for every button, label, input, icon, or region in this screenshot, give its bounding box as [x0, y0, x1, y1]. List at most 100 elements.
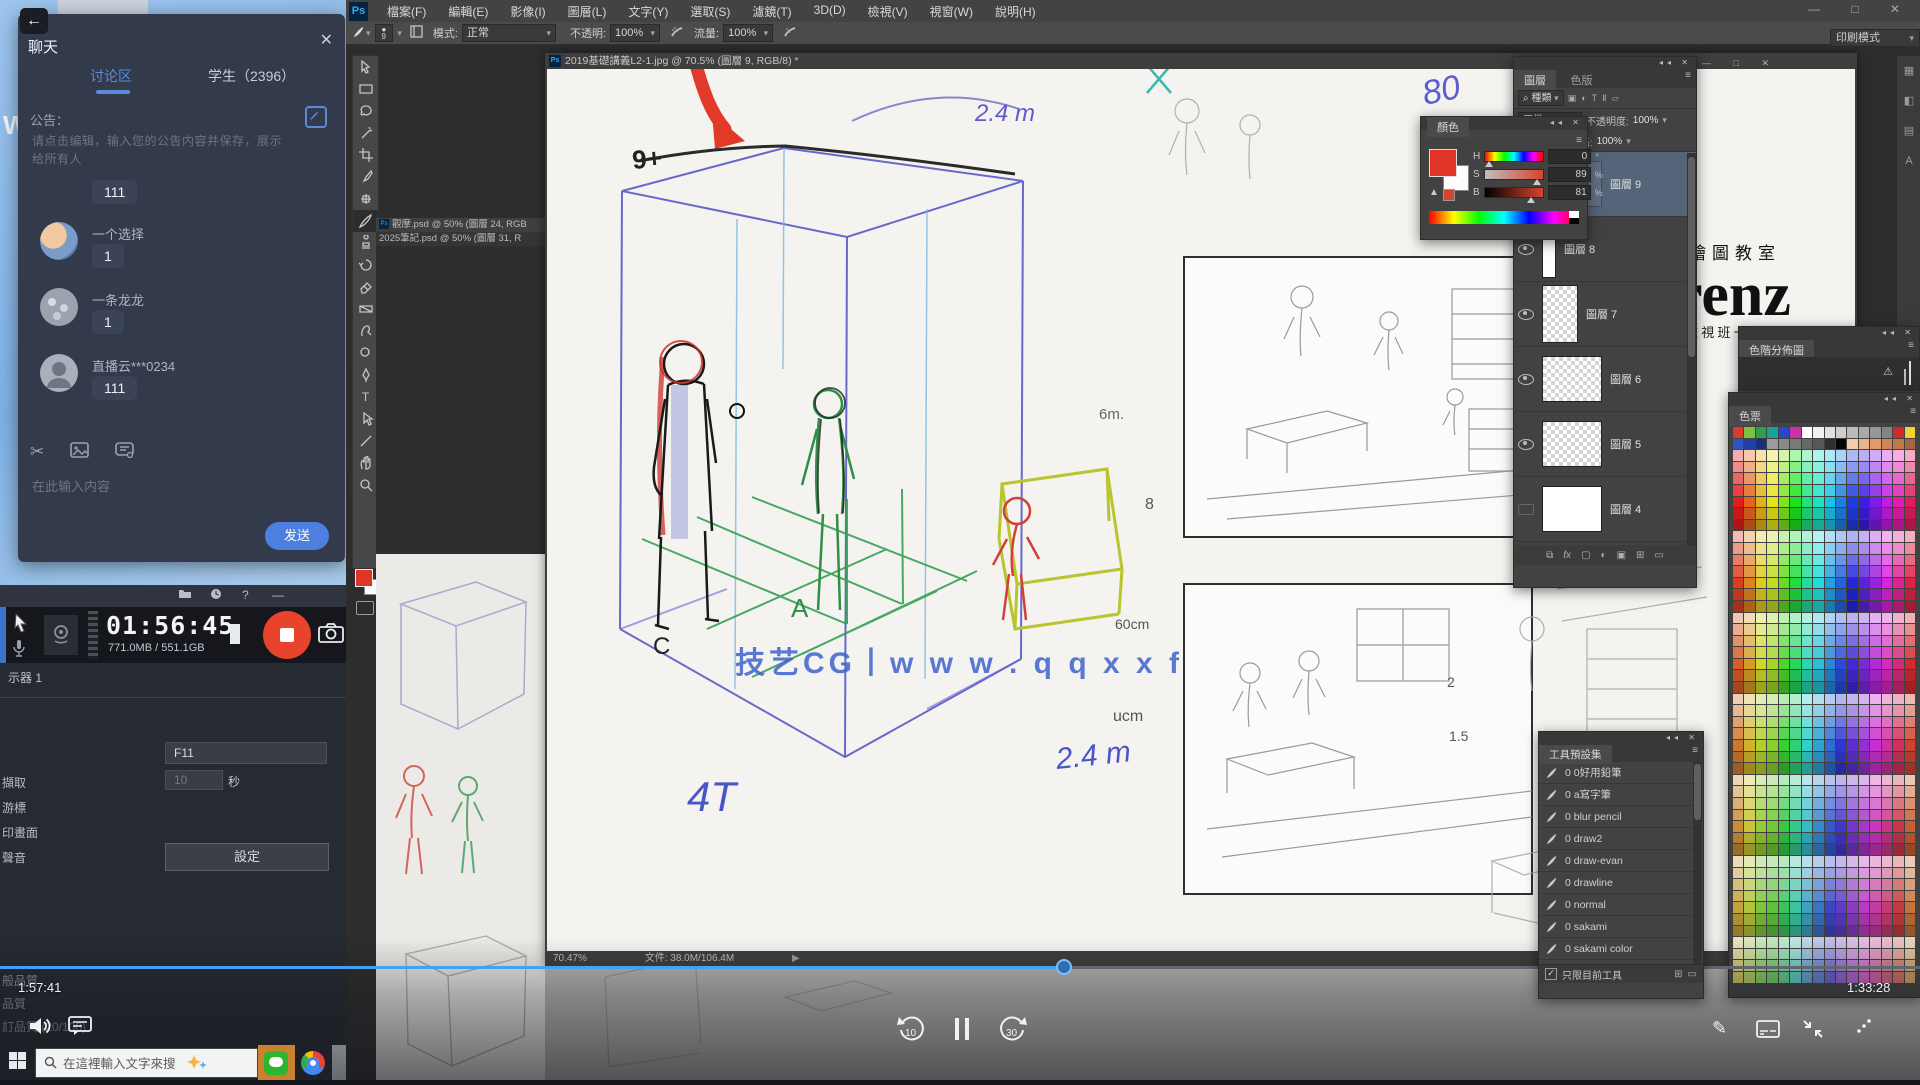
tab-swatches[interactable]: 色票	[1729, 406, 1771, 426]
close-icon[interactable]: ✕	[1906, 394, 1917, 403]
swatch[interactable]	[1790, 844, 1800, 855]
swatch[interactable]	[1733, 717, 1743, 728]
menu-3D[interactable]: 3D(D)	[803, 3, 857, 20]
swatch[interactable]	[1847, 926, 1857, 937]
swatch[interactable]	[1825, 728, 1835, 739]
volume-icon[interactable]	[28, 1015, 52, 1042]
swatch[interactable]	[1744, 543, 1754, 554]
swatch[interactable]	[1859, 717, 1869, 728]
swatch[interactable]	[1802, 427, 1812, 438]
edit-announcement-icon[interactable]	[305, 106, 327, 128]
swatch[interactable]	[1893, 497, 1903, 508]
swatch[interactable]	[1779, 636, 1789, 647]
swatch[interactable]	[1836, 520, 1846, 531]
swatch[interactable]	[1870, 926, 1880, 937]
swatch[interactable]	[1767, 636, 1777, 647]
dock-icon[interactable]: A	[1897, 146, 1920, 176]
swatch[interactable]	[1767, 798, 1777, 809]
swatch[interactable]	[1802, 555, 1812, 566]
swatch[interactable]	[1779, 868, 1789, 879]
swatch[interactable]	[1905, 914, 1915, 925]
swatch[interactable]	[1825, 473, 1835, 484]
swatch[interactable]	[1756, 555, 1766, 566]
swatch[interactable]	[1779, 717, 1789, 728]
swatch[interactable]	[1870, 497, 1880, 508]
swatch[interactable]	[1905, 786, 1915, 797]
swatch[interactable]	[1825, 427, 1835, 438]
swatch[interactable]	[1825, 647, 1835, 658]
swatch[interactable]	[1825, 798, 1835, 809]
swatch[interactable]	[1825, 705, 1835, 716]
swatch[interactable]	[1825, 497, 1835, 508]
swatch[interactable]	[1790, 856, 1800, 867]
swatch[interactable]	[1779, 670, 1789, 681]
swatch[interactable]	[1756, 902, 1766, 913]
swatch[interactable]	[1847, 589, 1857, 600]
swatch[interactable]	[1882, 578, 1892, 589]
swatch[interactable]	[1847, 694, 1857, 705]
swatch[interactable]	[1756, 636, 1766, 647]
swatch[interactable]	[1893, 636, 1903, 647]
swatch[interactable]	[1790, 902, 1800, 913]
swatch[interactable]	[1802, 636, 1812, 647]
tool-preset-item[interactable]: 0 draw2	[1539, 828, 1703, 850]
swatch[interactable]	[1905, 694, 1915, 705]
swatch[interactable]	[1870, 682, 1880, 693]
swatch[interactable]	[1767, 566, 1777, 577]
swatch[interactable]	[1813, 578, 1823, 589]
swatch[interactable]	[1882, 717, 1892, 728]
layer-name[interactable]: 圖層 8	[1564, 241, 1595, 257]
swatch[interactable]	[1813, 439, 1823, 450]
swatch[interactable]	[1733, 613, 1743, 624]
swatch[interactable]	[1767, 879, 1777, 890]
swatch[interactable]	[1847, 450, 1857, 461]
swatch[interactable]	[1767, 659, 1777, 670]
swatch[interactable]	[1767, 740, 1777, 751]
swatch[interactable]	[1744, 624, 1754, 635]
swatch[interactable]	[1847, 427, 1857, 438]
swatch[interactable]	[1905, 578, 1915, 589]
swatch[interactable]	[1790, 868, 1800, 879]
swatch[interactable]	[1790, 473, 1800, 484]
menu-影像[interactable]: 影像(I)	[499, 3, 556, 20]
swatch[interactable]	[1893, 531, 1903, 542]
swatch[interactable]	[1813, 659, 1823, 670]
brush-size-widget[interactable]: ●9	[375, 24, 394, 42]
swatch[interactable]	[1870, 543, 1880, 554]
swatch[interactable]	[1744, 566, 1754, 577]
swatch[interactable]	[1859, 462, 1869, 473]
swatch[interactable]	[1870, 531, 1880, 542]
swatch[interactable]	[1836, 566, 1846, 577]
swatch[interactable]	[1802, 473, 1812, 484]
swatch[interactable]	[1847, 601, 1857, 612]
swatch[interactable]	[1756, 833, 1766, 844]
opacity-select[interactable]: 100%▾	[610, 24, 660, 42]
swatch[interactable]	[1882, 508, 1892, 519]
swatch[interactable]	[1813, 891, 1823, 902]
swatch[interactable]	[1744, 497, 1754, 508]
swatch[interactable]	[1813, 450, 1823, 461]
swatch[interactable]	[1905, 752, 1915, 763]
swatch[interactable]	[1813, 543, 1823, 554]
swatch[interactable]	[1893, 543, 1903, 554]
swatch[interactable]	[1836, 786, 1846, 797]
swatch[interactable]	[1893, 694, 1903, 705]
swatch[interactable]	[1847, 914, 1857, 925]
select-tool-icon[interactable]	[353, 408, 378, 430]
swatch[interactable]	[1779, 914, 1789, 925]
swatch[interactable]	[1905, 462, 1915, 473]
swatch[interactable]	[1859, 740, 1869, 751]
swatch[interactable]	[1733, 427, 1743, 438]
quick-mask-icon[interactable]	[356, 601, 374, 615]
lasso-tool-icon[interactable]	[353, 100, 378, 122]
airbrush-toggle-icon[interactable]	[783, 26, 797, 41]
swatch[interactable]	[1756, 659, 1766, 670]
swatch[interactable]	[1813, 694, 1823, 705]
swatch[interactable]	[1836, 555, 1846, 566]
panel-menu-icon[interactable]: ≡	[1908, 340, 1914, 351]
swatch[interactable]	[1905, 555, 1915, 566]
swatch[interactable]	[1882, 613, 1892, 624]
tool-preset-item[interactable]: 0 a寫字筆	[1539, 784, 1703, 806]
swatch[interactable]	[1859, 601, 1869, 612]
swatch[interactable]	[1836, 833, 1846, 844]
